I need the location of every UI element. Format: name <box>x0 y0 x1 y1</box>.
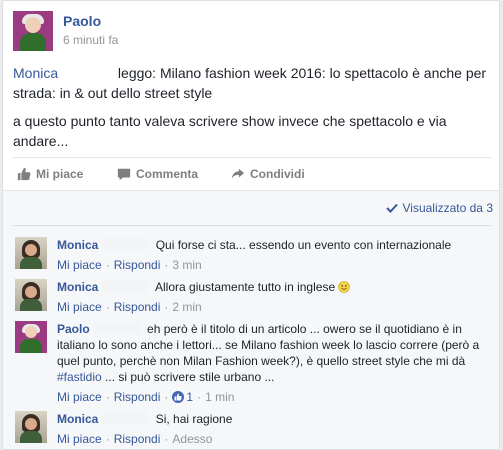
comment-reply-link[interactable]: Rispondi <box>114 389 161 405</box>
comment-time[interactable]: 1 min <box>205 389 234 405</box>
comment-time[interactable]: Adesso <box>172 431 212 447</box>
share-label: Condividi <box>250 167 305 181</box>
post-card: Paolo 6 minuti fa Monica leggo: Milano f… <box>2 0 500 450</box>
comment-label: Commenta <box>136 167 199 181</box>
like-count-icon <box>172 391 185 403</box>
thumbs-up-icon <box>17 167 31 181</box>
seen-by-label: Visualizzato da 3 <box>402 201 493 215</box>
comment-meta: Mi piace · Rispondi · 2 min <box>57 299 202 315</box>
smiley-emoji-icon <box>338 281 351 293</box>
hashtag-link[interactable]: #fastidio <box>57 370 102 384</box>
divider <box>13 225 491 226</box>
comment-author[interactable]: Monica <box>57 280 98 294</box>
comments-section: Visualizzato da 3 Monica Qui forse ci st… <box>3 191 499 449</box>
commenter-avatar[interactable] <box>15 411 47 443</box>
like-button[interactable]: Mi piace <box>17 164 83 184</box>
comment-icon <box>117 168 131 181</box>
comment-time[interactable]: 2 min <box>172 299 201 315</box>
share-icon <box>231 168 245 180</box>
redacted-name <box>93 322 140 334</box>
author-avatar[interactable] <box>13 11 53 51</box>
commenter-avatar[interactable] <box>15 237 47 269</box>
comment-author[interactable]: Paolo <box>57 322 90 336</box>
commenter-avatar[interactable] <box>15 321 47 353</box>
comment-time[interactable]: 3 min <box>172 257 201 273</box>
redacted-name <box>102 280 149 292</box>
comment-like-link[interactable]: Mi piace <box>57 389 102 405</box>
comment-text: Si, hai ragione <box>155 412 233 426</box>
post-author-name[interactable]: Paolo <box>63 13 101 29</box>
comment-text: Allora giustamente tutto in inglese <box>155 280 336 294</box>
comment-button[interactable]: Commenta <box>117 164 198 184</box>
redacted-name <box>102 412 149 424</box>
comment-text: Qui forse ci sta... essendo un evento co… <box>155 238 452 252</box>
post-text-line1: leggo: Milano fashion week 2016: lo spet… <box>13 65 487 101</box>
comment-text-end: ... si può scrivere stile urbano ... <box>105 370 275 384</box>
divider <box>13 157 491 158</box>
commenter-avatar[interactable] <box>15 279 47 311</box>
post-timestamp[interactable]: 6 minuti fa <box>63 33 118 47</box>
comment-like-link[interactable]: Mi piace <box>57 431 102 447</box>
seen-by-indicator[interactable]: Visualizzato da 3 <box>386 201 493 215</box>
share-button[interactable]: Condividi <box>231 164 305 184</box>
comment-like-link[interactable]: Mi piace <box>57 257 102 273</box>
comment-author[interactable]: Monica <box>57 412 98 426</box>
comment-author[interactable]: Monica <box>57 238 98 252</box>
comment-meta: Mi piace · Rispondi · 1 · 1 min <box>57 389 235 405</box>
post-text-line2: a questo punto tanto valeva scrivere sho… <box>13 113 447 149</box>
post-body: Monica leggo: Milano fashion week 2016: … <box>13 63 493 159</box>
comment-meta: Mi piace · Rispondi · 3 min <box>57 257 202 273</box>
comment-reply-link[interactable]: Rispondi <box>114 257 161 273</box>
comment-like-link[interactable]: Mi piace <box>57 299 102 315</box>
comment-meta: Mi piace · Rispondi · Adesso <box>57 431 213 447</box>
like-label: Mi piace <box>36 167 84 181</box>
comment-reply-link[interactable]: Rispondi <box>114 431 161 447</box>
checkmark-icon <box>386 203 399 213</box>
redacted-name <box>102 238 149 250</box>
mention-link[interactable]: Monica <box>13 65 58 81</box>
comment-reply-link[interactable]: Rispondi <box>114 299 161 315</box>
like-count[interactable]: 1 <box>186 389 193 405</box>
